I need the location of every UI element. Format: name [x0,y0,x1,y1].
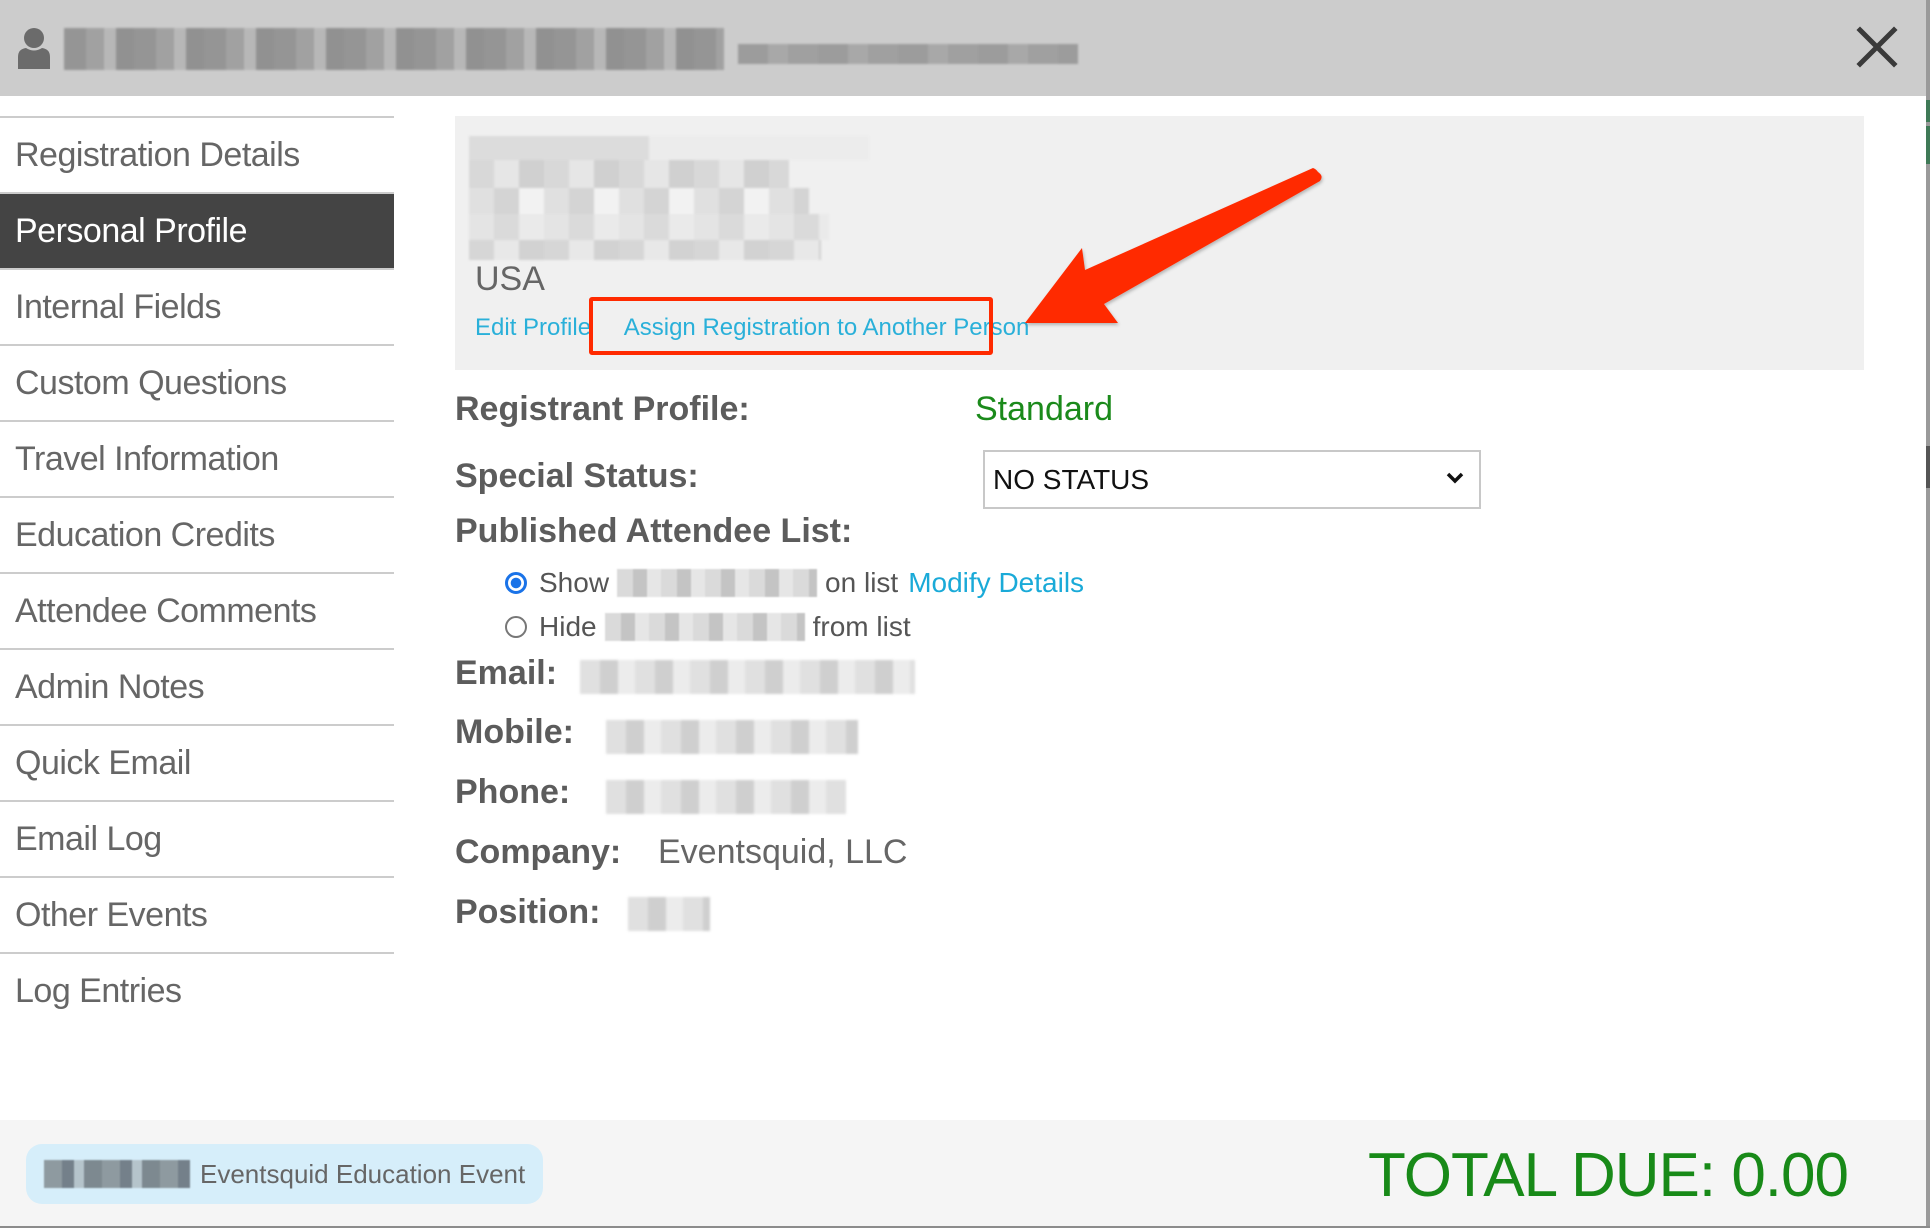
email-label: Email: [455,654,558,692]
special-status-select[interactable]: NO STATUS [983,450,1481,509]
position-label: Position: [455,893,601,931]
background-page-edge [1926,0,1930,1228]
hide-suffix: from list [812,611,911,642]
mobile-label: Mobile: [455,713,574,751]
sidebar-item-log-entries[interactable]: Log Entries [0,952,394,1028]
background-green-bar [1926,126,1930,164]
company-value: Eventsquid, LLC [658,833,908,871]
profile-links: Edit Profile Assign Registration to Anot… [475,314,1029,342]
registration-modal: Registration Details Personal Profile In… [0,0,1926,1226]
user-icon [18,28,50,69]
sidebar-item-custom-questions[interactable]: Custom Questions [0,344,394,420]
chevron-down-icon [1446,472,1464,484]
sidebar-item-internal-fields[interactable]: Internal Fields [0,268,394,344]
position-value-redacted [628,897,710,931]
modal-header [0,0,1926,96]
company-label: Company: [455,833,622,871]
event-name: Eventsquid Education Event [200,1158,526,1189]
sidebar-item-other-events[interactable]: Other Events [0,876,394,952]
mobile-value-redacted [606,720,858,754]
total-due: TOTAL DUE: 0.00 [1367,1141,1849,1210]
published-attendee-list-label: Published Attendee List: [455,512,853,550]
show-prefix: Show [539,567,610,598]
background-green-bar [1926,100,1930,122]
phone-value-redacted [606,780,846,814]
profile-summary-box: USA Edit Profile Assign Registration to … [455,116,1864,370]
assign-registration-link[interactable]: Assign Registration to Another Person [624,314,1030,341]
email-value-redacted [580,660,915,694]
sidebar-item-personal-profile[interactable]: Personal Profile [0,192,394,268]
close-icon[interactable] [1852,22,1902,72]
phone-label: Phone: [455,773,571,811]
background-scrollbar-thumb [1926,446,1930,488]
country-text: USA [475,260,545,298]
sidebar-item-attendee-comments[interactable]: Attendee Comments [0,572,394,648]
attendee-name-redacted [604,613,805,641]
special-status-selected: NO STATUS [993,464,1150,495]
registrant-profile-value: Standard [975,390,1113,428]
address-redacted [469,136,869,260]
registrant-profile-label: Registrant Profile: [455,390,750,428]
sidebar-item-admin-notes[interactable]: Admin Notes [0,648,394,724]
hide-from-list-radio[interactable] [505,616,527,638]
hide-prefix: Hide [539,611,597,642]
attendee-name-redacted [64,28,724,70]
sidebar-item-travel-information[interactable]: Travel Information [0,420,394,496]
event-badge[interactable]: Eventsquid Education Event [26,1144,544,1204]
attendee-list-show-option: Show on list Modify Details [505,567,1084,599]
attendee-name-redacted [617,569,818,597]
show-suffix: on list [825,567,899,598]
special-status-label: Special Status: [455,457,699,495]
attendee-list-hide-option: Hide from list [505,611,911,643]
modify-details-link[interactable]: Modify Details [908,567,1084,599]
event-date-redacted [44,1160,190,1188]
sidebar-item-education-credits[interactable]: Education Credits [0,496,394,572]
modal-footer: Eventsquid Education Event TOTAL DUE: 0.… [0,1120,1926,1226]
show-on-list-radio[interactable] [505,572,527,594]
edit-profile-link[interactable]: Edit Profile [475,314,591,341]
sidebar-item-registration-details[interactable]: Registration Details [0,116,394,192]
sidebar-item-quick-email[interactable]: Quick Email [0,724,394,800]
sidebar-item-email-log[interactable]: Email Log [0,800,394,876]
attendee-subtitle-redacted [738,44,1078,64]
sidebar-nav: Registration Details Personal Profile In… [0,116,394,1028]
